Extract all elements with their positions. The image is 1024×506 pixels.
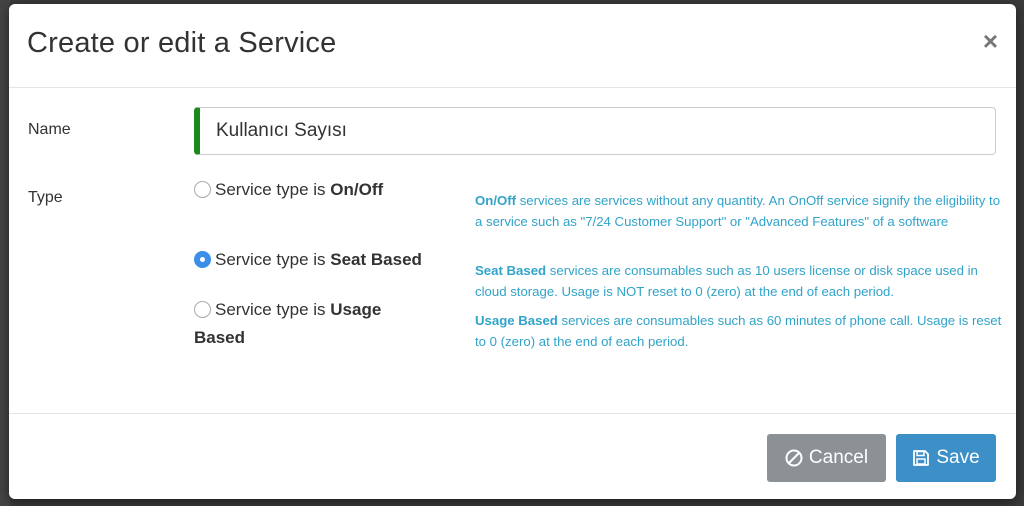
radio-seat-based[interactable]	[194, 251, 211, 268]
option-prefix: Service type is	[215, 180, 331, 199]
type-option-usage-based[interactable]: Service type is Usage Based	[194, 296, 409, 352]
name-input[interactable]	[194, 107, 996, 155]
close-icon[interactable]: ×	[983, 28, 998, 54]
option-strong: On/Off	[330, 180, 384, 199]
help-strong: On/Off	[475, 193, 517, 208]
help-seat-based: Seat Based services are consumables such…	[475, 261, 1005, 302]
help-usage-based: Usage Based services are consumables suc…	[475, 311, 1005, 352]
save-label: Save	[936, 447, 980, 468]
help-onoff: On/Off services are services without any…	[475, 191, 1005, 232]
modal-body: Name Type Service type is On/Off Service…	[9, 88, 1016, 414]
help-strong: Seat Based	[475, 263, 547, 278]
help-strong: Usage Based	[475, 313, 558, 328]
save-button[interactable]: Save	[896, 434, 996, 482]
radio-onoff[interactable]	[194, 181, 211, 198]
floppy-icon	[913, 450, 930, 466]
cancel-label: Cancel	[808, 447, 869, 468]
help-text: services are consumables such as 10 user…	[475, 263, 978, 299]
radio-usage-based[interactable]	[194, 301, 211, 318]
modal-header: Create or edit a Service ×	[9, 4, 1016, 88]
option-prefix: Service type is	[215, 300, 331, 319]
help-text: services are services without any quanti…	[475, 193, 1001, 229]
type-label: Type	[28, 189, 63, 206]
cancel-button[interactable]: Cancel	[767, 434, 886, 482]
type-option-seat-based[interactable]: Service type is Seat Based	[194, 246, 454, 274]
service-modal: Create or edit a Service × Name Type Ser…	[9, 4, 1016, 499]
option-strong: Seat Based	[330, 250, 422, 269]
modal-footer: Cancel Save	[9, 414, 1016, 499]
modal-title: Create or edit a Service	[27, 27, 337, 59]
ban-icon	[785, 449, 803, 467]
name-label: Name	[28, 121, 71, 138]
type-option-onoff[interactable]: Service type is On/Off	[194, 176, 454, 204]
option-prefix: Service type is	[215, 250, 331, 269]
